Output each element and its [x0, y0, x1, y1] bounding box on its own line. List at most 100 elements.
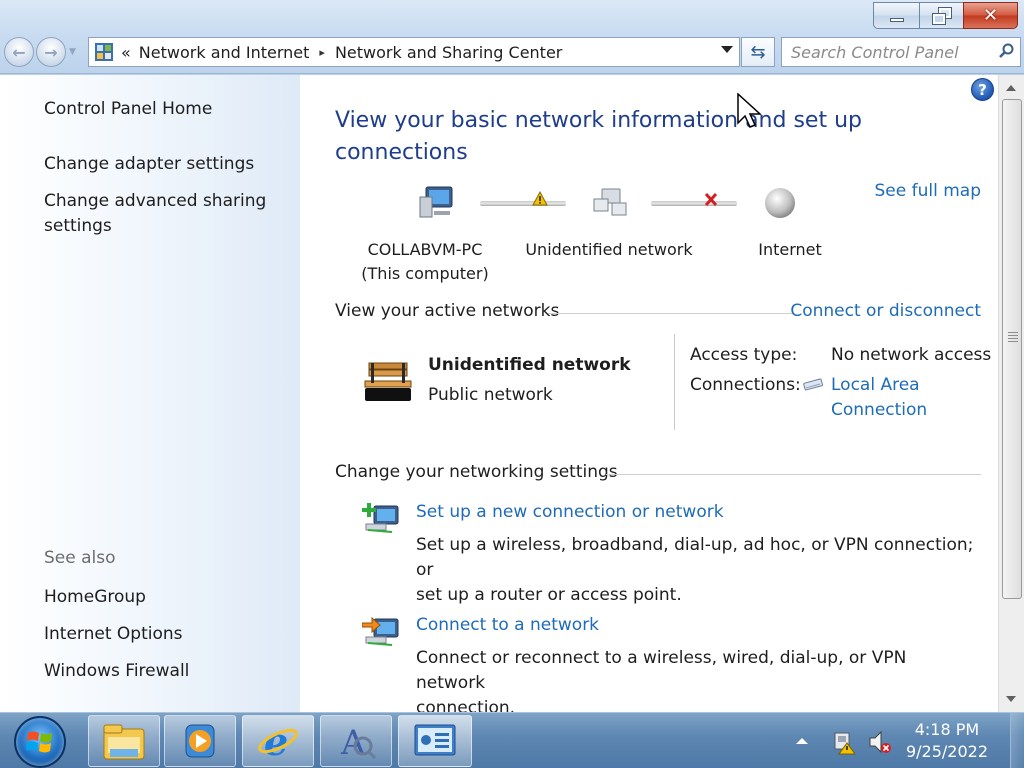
active-networks-heading: View your active networks	[335, 301, 560, 321]
set-up-new-connection-desc-line1: Set up a wireless, broadband, dial-up, a…	[416, 535, 974, 580]
start-button[interactable]	[14, 716, 66, 768]
see-full-map-link[interactable]: See full map	[875, 181, 982, 201]
show-desktop-button[interactable]	[1010, 713, 1024, 768]
local-area-connection-line2[interactable]: Connection	[831, 398, 927, 423]
set-up-new-connection-link[interactable]: Set up a new connection or network	[416, 502, 724, 522]
connect-to-network-link[interactable]: Connect to a network	[416, 615, 599, 635]
scroll-down-arrow-icon[interactable]	[1006, 696, 1016, 702]
connections-label: Connections:	[690, 375, 801, 395]
connect-to-network-description: Connect or reconnect to a wireless, wire…	[416, 646, 976, 721]
access-type-label: Access type:	[690, 345, 798, 365]
scrollbar-thumb[interactable]	[1002, 99, 1022, 599]
address-dropdown-icon[interactable]	[721, 46, 733, 53]
svg-text:e: e	[264, 719, 288, 763]
breadcrumb-network-and-internet[interactable]: Network and Internet	[139, 43, 310, 62]
breadcrumb-network-sharing-center[interactable]: Network and Sharing Center	[335, 43, 562, 62]
change-advanced-sharing-link[interactable]: Change advanced sharing	[44, 189, 266, 214]
homegroup-link[interactable]: HomeGroup	[44, 585, 146, 610]
windows-firewall-link[interactable]: Windows Firewall	[44, 659, 189, 684]
breadcrumb-separator-icon[interactable]: ▸	[319, 46, 325, 59]
navigation-buttons: ← → ▼	[4, 37, 76, 67]
volume-muted-icon[interactable]	[868, 729, 892, 755]
window-title-bar[interactable]: ✕ ← → ▼ « Network and Internet ▸ Network…	[0, 0, 1024, 74]
connect-or-disconnect-link[interactable]: Connect or disconnect	[790, 301, 981, 321]
restore-icon	[931, 6, 952, 25]
scroll-up-arrow-icon[interactable]	[1006, 85, 1016, 91]
forward-button[interactable]: →	[36, 37, 66, 67]
internet-explorer-icon: e	[258, 719, 298, 763]
see-also-heading: See also	[44, 548, 116, 568]
change-adapter-settings-link[interactable]: Change adapter settings	[44, 152, 254, 177]
set-up-new-connection-desc-line2: set up a router or access point.	[416, 585, 682, 605]
address-bar[interactable]: « Network and Internet ▸ Network and Sha…	[88, 37, 740, 67]
connect-to-network-desc-line1: Connect or reconnect to a wireless, wire…	[416, 648, 907, 693]
public-network-bench-icon[interactable]	[363, 359, 413, 405]
back-arrow-icon: ←	[12, 42, 26, 62]
error-x-icon	[704, 192, 718, 207]
unidentified-network-icon[interactable]	[590, 185, 630, 221]
network-category: Public network	[428, 385, 553, 405]
computer-label: COLLABVM-PC (This computer)	[340, 238, 510, 286]
internet-map-label: Internet	[758, 240, 822, 259]
taskbar-paint[interactable]: A	[320, 715, 392, 767]
networking-settings-heading: Change your networking settings	[335, 462, 618, 482]
scrollbar-grip-icon	[1008, 332, 1018, 342]
network-map-label: Unidentified network	[525, 240, 693, 259]
close-button[interactable]: ✕	[963, 2, 1018, 29]
computer-sub: (This computer)	[361, 264, 489, 283]
windows-explorer-icon	[103, 724, 145, 760]
help-button[interactable]: ?	[971, 78, 994, 101]
system-clock[interactable]: 4:18 PM 9/25/2022	[906, 719, 988, 763]
local-area-connection-line1[interactable]: Local Area	[831, 373, 927, 398]
media-player-icon	[185, 724, 215, 758]
taskbar-windows-explorer[interactable]	[88, 715, 160, 767]
minimize-icon	[889, 17, 904, 22]
taskbar-control-panel[interactable]	[398, 715, 472, 767]
vertical-divider	[674, 334, 675, 430]
paint-icon: A	[340, 723, 377, 762]
control-panel-home-link[interactable]: Control Panel Home	[44, 97, 212, 122]
forward-arrow-icon: →	[44, 42, 58, 62]
internet-globe-icon[interactable]	[762, 185, 798, 221]
page-title: View your basic network information and …	[335, 105, 895, 169]
navigation-pane: Control Panel Home Change adapter settin…	[0, 75, 300, 712]
refresh-button[interactable]: ⇆	[741, 37, 775, 67]
internet-options-link[interactable]: Internet Options	[44, 622, 183, 647]
page-title-line1: View your basic network information and …	[335, 108, 862, 133]
address-overflow-chevron[interactable]: «	[121, 43, 131, 62]
ethernet-connection-icon[interactable]	[802, 376, 826, 392]
minimize-button[interactable]	[873, 2, 919, 29]
active-network-name: Unidentified network	[428, 355, 631, 375]
search-placeholder: Search Control Panel	[791, 42, 959, 62]
local-area-connection-link[interactable]: Local Area Connection	[831, 373, 927, 423]
vertical-scrollbar[interactable]	[998, 75, 1024, 712]
warning-icon	[532, 191, 548, 206]
restore-button[interactable]	[919, 2, 963, 29]
computer-name: COLLABVM-PC	[367, 240, 483, 259]
taskbar-internet-explorer[interactable]: e	[242, 715, 314, 767]
divider	[606, 474, 981, 475]
windows-logo-icon	[26, 731, 52, 753]
back-button[interactable]: ←	[4, 37, 34, 67]
computer-icon[interactable]	[418, 185, 458, 221]
taskbar: e A 4:18 PM 9/25/2022	[0, 712, 1024, 768]
show-hidden-icons-icon[interactable]	[796, 738, 808, 744]
connect-to-network-icon[interactable]	[362, 611, 402, 647]
access-type-value: No network access	[831, 345, 992, 365]
change-advanced-sharing-link-line2[interactable]: settings	[44, 214, 112, 239]
connection-line-computer-network	[480, 201, 566, 206]
network-tray-icon[interactable]	[832, 729, 856, 755]
search-icon[interactable]	[998, 43, 1014, 59]
clock-date: 9/25/2022	[905, 742, 988, 761]
taskbar-media-player[interactable]	[164, 715, 236, 767]
help-icon: ?	[978, 80, 987, 99]
new-connection-icon[interactable]	[362, 498, 402, 534]
caption-buttons: ✕	[873, 2, 1018, 29]
recent-pages-dropdown-icon[interactable]: ▼	[69, 47, 76, 57]
set-up-new-connection-description: Set up a wireless, broadband, dial-up, a…	[416, 533, 976, 608]
close-icon: ✕	[982, 5, 999, 26]
refresh-icon: ⇆	[750, 41, 766, 63]
main-content: ? View your basic network information an…	[300, 75, 998, 718]
search-input[interactable]: Search Control Panel	[781, 37, 1021, 67]
control-panel-icon	[414, 724, 456, 756]
